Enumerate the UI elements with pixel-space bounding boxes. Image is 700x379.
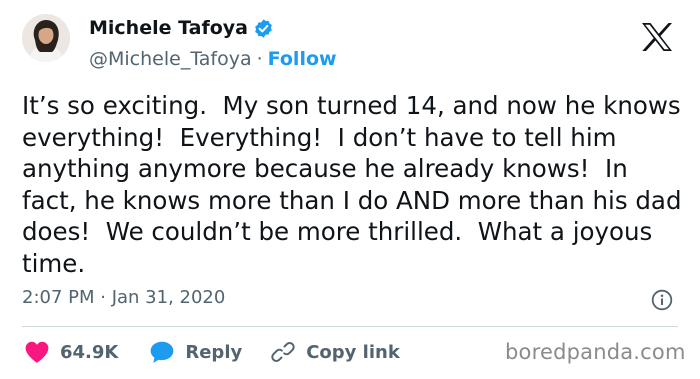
tweet-card: Michele Tafoya @Michele_Tafoya · Follow It… bbox=[0, 0, 700, 379]
author-handle[interactable]: @Michele_Tafoya bbox=[89, 48, 252, 70]
author-name[interactable]: Michele Tafoya bbox=[89, 17, 248, 39]
reply-button[interactable]: Reply bbox=[149, 340, 242, 364]
heart-icon bbox=[25, 341, 49, 363]
verified-badge-icon bbox=[255, 18, 272, 38]
watermark: boredpanda.com bbox=[505, 340, 686, 364]
follow-button[interactable]: Follow bbox=[268, 48, 337, 70]
separator-dot: · bbox=[256, 48, 263, 70]
author-name-row: Michele Tafoya bbox=[89, 17, 274, 39]
action-bar: 64.9K Reply Copy link bbox=[24, 338, 400, 366]
avatar-photo bbox=[22, 14, 70, 62]
divider bbox=[22, 326, 678, 327]
link-icon bbox=[271, 342, 295, 362]
tweet-text: It’s so exciting. My son turned 14, and … bbox=[22, 91, 690, 278]
reply-label: Reply bbox=[185, 341, 243, 363]
like-count: 64.9K bbox=[60, 341, 119, 363]
avatar[interactable] bbox=[22, 14, 70, 62]
info-icon[interactable] bbox=[651, 289, 673, 311]
tweet-timestamp[interactable]: 2:07 PM · Jan 31, 2020 bbox=[22, 287, 225, 308]
x-logo-icon[interactable] bbox=[641, 22, 673, 52]
copy-link-button[interactable]: Copy link bbox=[270, 340, 400, 364]
like-button[interactable]: 64.9K bbox=[24, 340, 118, 364]
copy-link-label: Copy link bbox=[306, 341, 400, 363]
author-handle-row: @Michele_Tafoya · Follow bbox=[89, 48, 337, 70]
speech-bubble-icon bbox=[150, 341, 174, 363]
